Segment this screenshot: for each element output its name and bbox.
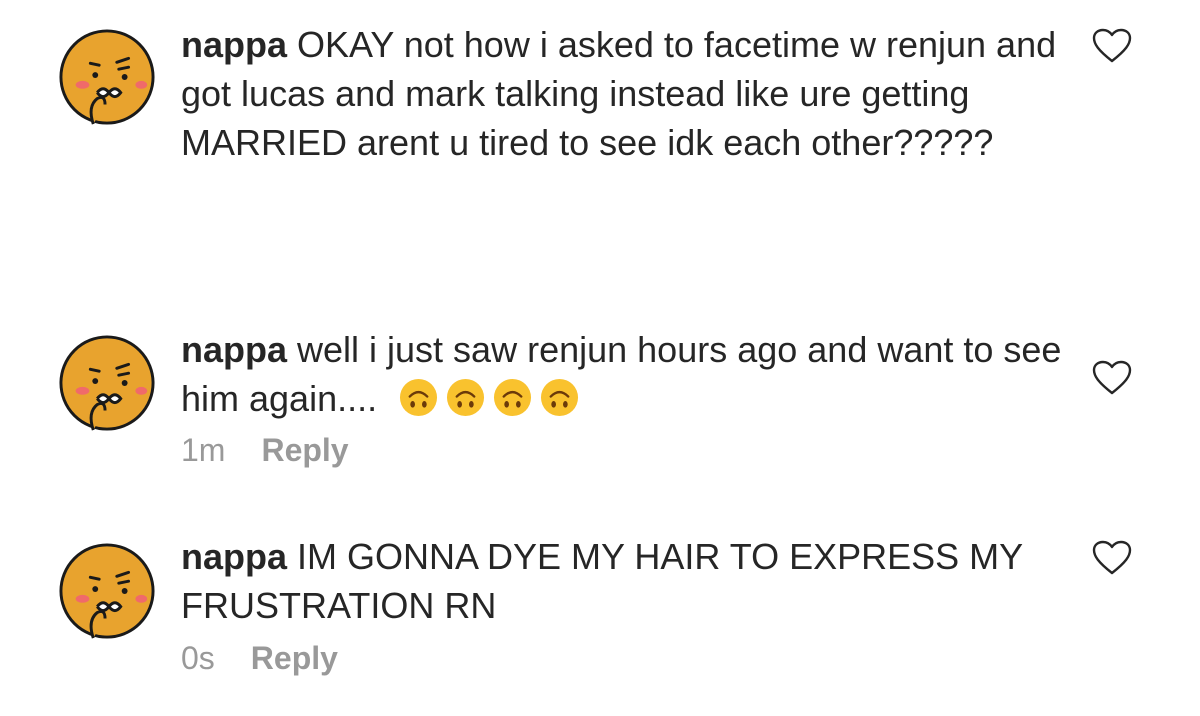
- avatar[interactable]: [58, 542, 156, 640]
- comment-username[interactable]: nappa: [181, 329, 287, 370]
- comment-meta: 0s Reply: [181, 640, 338, 677]
- emoji-group: [391, 378, 579, 419]
- upside-down-face-emoji: [446, 378, 485, 417]
- reply-button[interactable]: Reply: [261, 432, 348, 468]
- upside-down-face-emoji: [540, 378, 579, 417]
- comment-username[interactable]: nappa: [181, 536, 287, 577]
- heart-icon[interactable]: [1092, 28, 1132, 64]
- comment-text: IM GONNA DYE MY HAIR TO EXPRESS MY FRUST…: [181, 536, 1023, 626]
- comment-body: nappa well i just saw renjun hours ago an…: [181, 325, 1081, 423]
- heart-icon[interactable]: [1092, 540, 1132, 576]
- heart-icon[interactable]: [1092, 360, 1132, 396]
- comment-body: nappa OKAY not how i asked to facetime w …: [181, 20, 1081, 167]
- upside-down-face-emoji: [399, 378, 438, 417]
- avatar[interactable]: [58, 334, 156, 432]
- comment-text: well i just saw renjun hours ago and wan…: [181, 329, 1062, 419]
- comment-meta: 1m Reply: [181, 432, 349, 469]
- upside-down-face-emoji: [493, 378, 532, 417]
- comment-text: OKAY not how i asked to facetime w renju…: [181, 24, 1057, 163]
- comment-timestamp: 1m: [181, 432, 226, 468]
- comment-timestamp: 0s: [181, 640, 215, 676]
- comment-body: nappa IM GONNA DYE MY HAIR TO EXPRESS MY …: [181, 532, 1081, 630]
- reply-button[interactable]: Reply: [251, 640, 338, 676]
- comment-username[interactable]: nappa: [181, 24, 287, 65]
- avatar[interactable]: [58, 28, 156, 126]
